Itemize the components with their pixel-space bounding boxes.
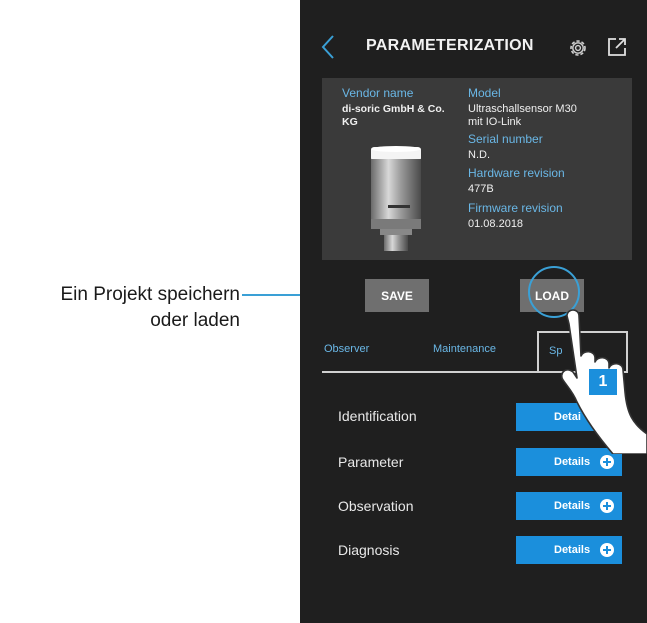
hardware-revision-label: Hardware revision — [468, 166, 565, 180]
plus-circle-icon — [600, 499, 614, 513]
annotation-line-2: oder laden — [150, 310, 240, 331]
sensor-image — [371, 146, 421, 251]
firmware-revision-label: Firmware revision — [468, 201, 563, 215]
details-label: Details — [554, 456, 591, 468]
device-info-card: Vendor name di-soric GmbH & Co. KG Model… — [322, 78, 632, 260]
tab-observer[interactable]: Observer — [324, 343, 369, 355]
save-button[interactable]: SAVE — [365, 279, 429, 312]
vendor-name-value-2: KG — [342, 116, 358, 128]
model-value-2: mit IO-Link — [468, 116, 522, 128]
vendor-name-value-1: di-soric GmbH & Co. — [342, 103, 445, 115]
tab-maintenance[interactable]: Maintenance — [433, 343, 496, 355]
diagnosis-details-button[interactable]: Details — [516, 536, 622, 564]
section-label-identification: Identification — [338, 408, 417, 424]
annotation-line-1: Ein Projekt speichern — [60, 284, 240, 305]
model-label: Model — [468, 86, 501, 100]
app-screen: PARAMETERIZATION Vendor name di-soric Gm… — [300, 0, 647, 623]
serial-number-label: Serial number — [468, 132, 543, 146]
page-title: PARAMETERIZATION — [366, 37, 534, 54]
step-badge: 1 — [589, 369, 617, 395]
model-value-1: Ultraschallsensor M30 — [468, 103, 577, 115]
serial-number-value: N.D. — [468, 149, 490, 161]
section-label-parameter: Parameter — [338, 454, 404, 470]
gear-icon[interactable] — [567, 37, 589, 59]
details-label: Details — [554, 544, 591, 556]
section-label-diagnosis: Diagnosis — [338, 542, 400, 558]
details-label: Details — [554, 500, 591, 512]
plus-circle-icon — [600, 543, 614, 557]
header-bar: PARAMETERIZATION — [300, 0, 647, 82]
chevron-left-icon[interactable] — [320, 34, 336, 60]
vendor-name-label: Vendor name — [342, 86, 414, 100]
hardware-revision-value: 477B — [468, 183, 494, 195]
plus-circle-icon — [600, 455, 614, 469]
annotation-text: Ein Projekt speichern oder laden — [0, 282, 240, 334]
section-label-observation: Observation — [338, 498, 414, 514]
external-link-icon[interactable] — [607, 37, 627, 57]
observation-details-button[interactable]: Details — [516, 492, 622, 520]
firmware-revision-value: 01.08.2018 — [468, 218, 524, 230]
